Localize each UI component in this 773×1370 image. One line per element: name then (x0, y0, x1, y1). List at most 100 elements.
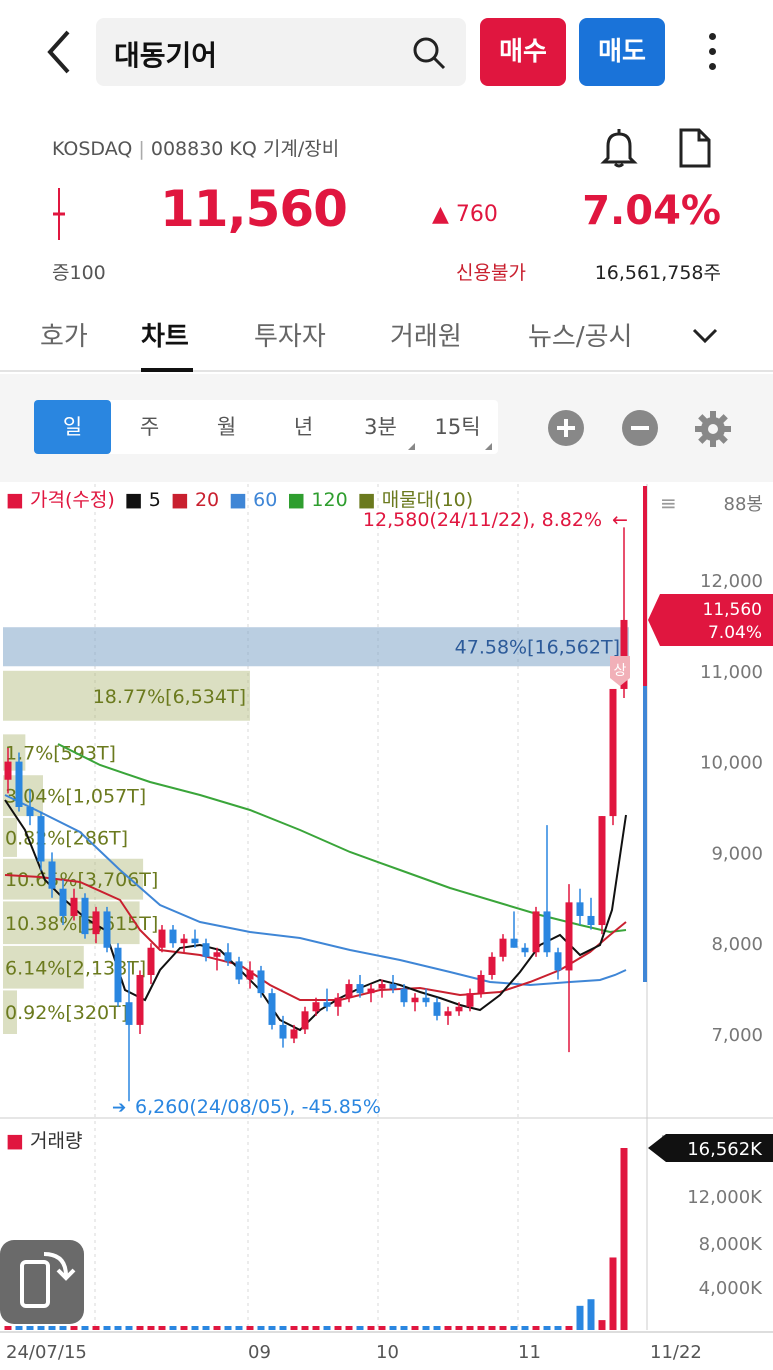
y-tick-label: 12,000 (700, 571, 763, 592)
sell-button[interactable]: 매도 (579, 18, 665, 86)
candle-body (37, 816, 45, 862)
period-year[interactable]: 년 (265, 400, 342, 454)
candle-body (532, 911, 540, 953)
candle-body (224, 952, 232, 962)
candle-body (70, 897, 78, 916)
volume-bar (598, 1320, 606, 1330)
volume-bar (367, 1326, 375, 1330)
volume-bar (180, 1326, 188, 1330)
legend-profile: ■ 매물대(10) (357, 489, 474, 511)
sector: 기계/장비 (262, 138, 340, 160)
legend-ma5-label: 5 (148, 489, 161, 511)
candle-body (301, 1011, 309, 1030)
volume-bar (389, 1326, 397, 1330)
volume-bar (609, 1257, 617, 1330)
period-selector: 일 주 월 년 3분 15틱 (34, 400, 498, 454)
document-icon[interactable] (676, 128, 712, 168)
volume-profile-label: 10.65%[3,706T] (5, 869, 158, 891)
tab-orderbook[interactable]: 호가 (40, 316, 88, 353)
volume-bar (268, 1326, 276, 1330)
gear-icon[interactable] (694, 410, 732, 448)
volume-bar (587, 1299, 595, 1330)
legend-ma5: ■ 5 (124, 489, 161, 511)
candle-body (15, 761, 23, 807)
volume-bar (169, 1326, 177, 1330)
volume-bar (554, 1326, 562, 1330)
bell-icon[interactable] (600, 128, 638, 168)
market-info: KOSDAQ | 008830 KQ 기계/장비 (52, 134, 339, 161)
stock-search-box[interactable]: 대동기어 (96, 18, 466, 86)
candle-body (587, 915, 595, 926)
zoom-out-icon[interactable] (622, 410, 658, 446)
price-change: ▲ 760 (432, 202, 498, 227)
candle-body (334, 997, 342, 1007)
y-tick-label: 10,000 (700, 753, 763, 774)
period-15tick[interactable]: 15틱 (419, 400, 496, 454)
volume-bar (356, 1326, 364, 1330)
volume-profile-label: 6.14%[2,138T] (5, 957, 146, 979)
candle-body (158, 929, 166, 948)
zoom-in-icon[interactable] (548, 410, 584, 446)
x-label: 10 (376, 1342, 399, 1363)
settings-lines-icon[interactable]: ≡ (660, 491, 677, 515)
volume-bar (224, 1326, 232, 1330)
legend-ma120-label: 120 (311, 489, 348, 511)
volume-bar (15, 1326, 23, 1330)
volume-bar (103, 1326, 111, 1330)
buy-button[interactable]: 매수 (480, 18, 566, 86)
candle-body (444, 1011, 452, 1016)
volume-bar (411, 1326, 419, 1330)
candle-body (180, 938, 188, 944)
candle-body (422, 997, 430, 1003)
candle-body (81, 897, 89, 935)
candle-body (290, 1029, 298, 1039)
volume-bar (202, 1326, 210, 1330)
x-axis-labels: 24/07/15 09 10 11 11/22 (6, 1342, 702, 1363)
period-day[interactable]: 일 (34, 400, 111, 454)
tab-broker[interactable]: 거래원 (390, 316, 462, 353)
volume-bars (4, 1148, 628, 1330)
tab-news[interactable]: 뉴스/공시 (528, 316, 632, 353)
margin-rate: 증100 (52, 262, 106, 284)
volume-bar (158, 1326, 166, 1330)
candle-body (4, 761, 12, 780)
period-month[interactable]: 월 (188, 400, 265, 454)
volume-bar (4, 1326, 12, 1330)
volume-bar (565, 1326, 573, 1330)
current-price: 11,560 (160, 180, 348, 238)
volume-bar (433, 1326, 441, 1330)
search-icon[interactable] (412, 36, 446, 70)
volume-bar (246, 1326, 254, 1330)
legend-ma20-label: 20 (194, 489, 220, 511)
legend-ma60: ■ 60 (229, 489, 278, 511)
chevron-down-icon[interactable] (690, 320, 720, 350)
candle-body (125, 1002, 133, 1025)
volume-bar (312, 1326, 320, 1330)
tab-chart[interactable]: 차트 (141, 316, 189, 353)
tab-investor[interactable]: 투자자 (254, 316, 326, 353)
volume-bar (620, 1148, 628, 1330)
price-chart[interactable]: 47.58%[16,562T]18.77%[6,534T]1.7%[593T]3… (0, 484, 773, 1370)
volume-bar (455, 1326, 463, 1330)
candle-body (114, 947, 122, 1003)
candle-body (466, 993, 474, 1007)
candle-body (103, 911, 111, 948)
candle-body (433, 1002, 441, 1016)
period-week[interactable]: 주 (111, 400, 188, 454)
period-count: 88봉 (724, 494, 763, 515)
volume-bar (213, 1326, 221, 1330)
volume-bar (257, 1326, 265, 1330)
rotate-screen-button[interactable] (0, 1240, 84, 1324)
volume-bar (576, 1305, 584, 1330)
legend-ma20: ■ 20 (170, 489, 220, 511)
volume-bar (466, 1326, 474, 1330)
period-3min[interactable]: 3분 (342, 400, 419, 454)
candle-body (477, 974, 485, 994)
volume-bar (81, 1326, 89, 1330)
more-menu-icon[interactable] (700, 30, 724, 74)
back-icon[interactable] (40, 26, 80, 78)
candle-body (136, 974, 144, 1025)
volume-bar (92, 1326, 100, 1330)
upper-limit-label: 상 (614, 663, 627, 679)
dropdown-corner-icon (408, 443, 415, 450)
